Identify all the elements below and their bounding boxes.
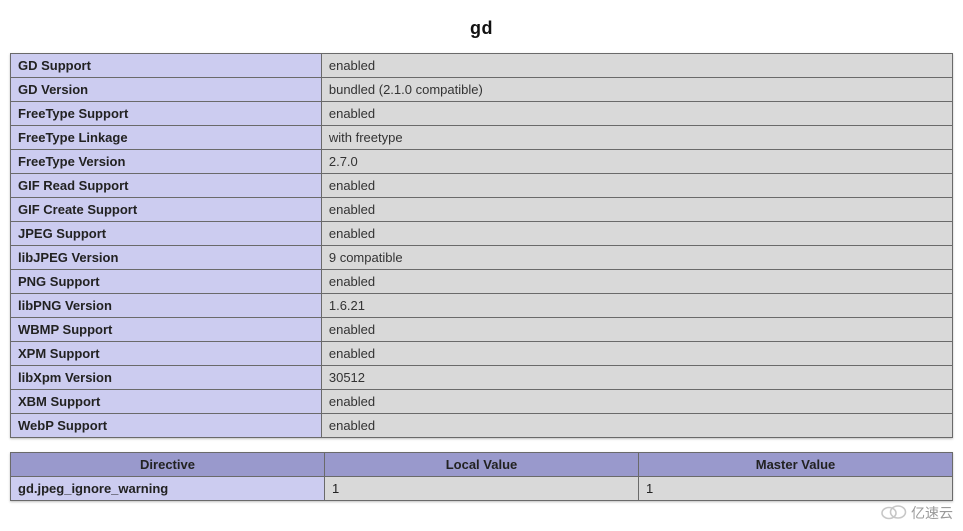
table-row: FreeType Supportenabled (11, 102, 953, 126)
info-label: libPNG Version (11, 294, 322, 318)
directive-name: gd.jpeg_ignore_warning (11, 477, 325, 501)
info-label: libXpm Version (11, 366, 322, 390)
info-label: XPM Support (11, 342, 322, 366)
table-row: XPM Supportenabled (11, 342, 953, 366)
info-label: FreeType Linkage (11, 126, 322, 150)
col-local-value: Local Value (325, 453, 639, 477)
info-value: enabled (321, 342, 952, 366)
info-label: WebP Support (11, 414, 322, 438)
table-row: gd.jpeg_ignore_warning11 (11, 477, 953, 501)
gd-directives-table: Directive Local Value Master Value gd.jp… (10, 452, 953, 501)
info-value: with freetype (321, 126, 952, 150)
info-label: GIF Read Support (11, 174, 322, 198)
info-label: WBMP Support (11, 318, 322, 342)
table-row: GD Versionbundled (2.1.0 compatible) (11, 78, 953, 102)
info-value: enabled (321, 222, 952, 246)
info-value: enabled (321, 390, 952, 414)
info-value: 30512 (321, 366, 952, 390)
info-value: enabled (321, 198, 952, 222)
cloud-icon (879, 502, 907, 523)
table-row: FreeType Linkagewith freetype (11, 126, 953, 150)
watermark-text: 亿速云 (911, 503, 953, 523)
info-value: bundled (2.1.0 compatible) (321, 78, 952, 102)
info-label: PNG Support (11, 270, 322, 294)
info-value: enabled (321, 102, 952, 126)
table-row: GD Supportenabled (11, 54, 953, 78)
gd-info-table: GD SupportenabledGD Versionbundled (2.1.… (10, 53, 953, 438)
section-title: gd (10, 18, 953, 39)
table-row: libXpm Version30512 (11, 366, 953, 390)
info-label: XBM Support (11, 390, 322, 414)
info-label: JPEG Support (11, 222, 322, 246)
table-row: GIF Create Supportenabled (11, 198, 953, 222)
table-row: GIF Read Supportenabled (11, 174, 953, 198)
directive-local-value: 1 (325, 477, 639, 501)
table-row: WebP Supportenabled (11, 414, 953, 438)
table-row: libJPEG Version9 compatible (11, 246, 953, 270)
info-label: GD Support (11, 54, 322, 78)
info-value: enabled (321, 414, 952, 438)
table-row: JPEG Supportenabled (11, 222, 953, 246)
table-row: WBMP Supportenabled (11, 318, 953, 342)
info-value: 1.6.21 (321, 294, 952, 318)
info-value: enabled (321, 270, 952, 294)
info-label: libJPEG Version (11, 246, 322, 270)
info-value: enabled (321, 174, 952, 198)
info-label: FreeType Version (11, 150, 322, 174)
info-value: enabled (321, 318, 952, 342)
info-value: 9 compatible (321, 246, 952, 270)
table-row: PNG Supportenabled (11, 270, 953, 294)
info-label: GIF Create Support (11, 198, 322, 222)
col-directive: Directive (11, 453, 325, 477)
info-label: GD Version (11, 78, 322, 102)
watermark: 亿速云 (879, 502, 953, 523)
table-row: FreeType Version2.7.0 (11, 150, 953, 174)
info-value: 2.7.0 (321, 150, 952, 174)
col-master-value: Master Value (639, 453, 953, 477)
info-label: FreeType Support (11, 102, 322, 126)
info-value: enabled (321, 54, 952, 78)
directive-master-value: 1 (639, 477, 953, 501)
table-row: XBM Supportenabled (11, 390, 953, 414)
table-row: libPNG Version1.6.21 (11, 294, 953, 318)
